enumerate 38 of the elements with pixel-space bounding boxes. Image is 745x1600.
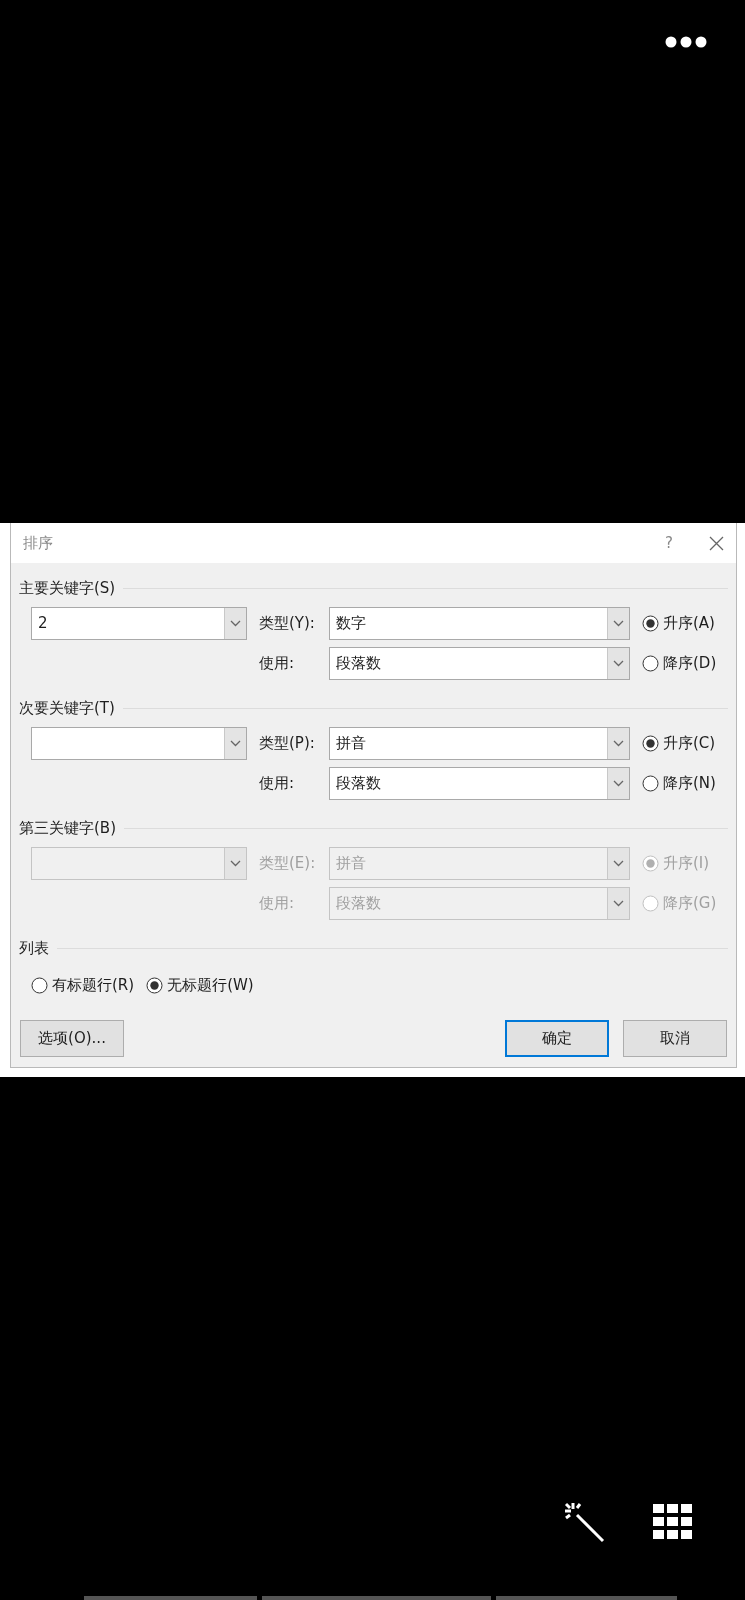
key-dropdown[interactable]: 2: [31, 606, 247, 640]
section-heading: 列表: [19, 937, 49, 959]
key-dropdown[interactable]: [31, 726, 247, 760]
radio-label: 升序(A): [663, 612, 715, 634]
field-label: 使用:: [259, 892, 296, 914]
field-label: 类型(P):: [259, 732, 316, 754]
dialog-button[interactable]: 取消: [623, 1020, 727, 1057]
dialog-title: 排序: [23, 532, 53, 554]
radio-button[interactable]: [642, 654, 659, 672]
field-label: 类型(Y):: [259, 612, 316, 634]
close-icon[interactable]: [709, 535, 724, 551]
radio-label: 升序(C): [663, 732, 716, 754]
type-dropdown[interactable]: 数字: [329, 606, 630, 640]
radio-button[interactable]: [146, 976, 164, 994]
section-heading: 次要关键字(T): [19, 697, 115, 719]
section-heading: 第三关键字(B): [19, 817, 116, 839]
radio-button[interactable]: [642, 734, 659, 752]
dialog-button[interactable]: 选项(O)...: [20, 1020, 124, 1057]
radio-label: 降序(N): [663, 772, 716, 794]
grid-icon[interactable]: [653, 1504, 693, 1540]
section-heading: 主要关键字(S): [19, 577, 116, 599]
radio-label: 无标题行(W): [167, 974, 254, 996]
help-button[interactable]: ?: [665, 531, 673, 555]
field-label: 类型(E):: [259, 852, 317, 874]
use-dropdown[interactable]: 段落数: [329, 646, 630, 680]
radio-button[interactable]: [642, 774, 659, 792]
type-dropdown[interactable]: 拼音: [329, 726, 630, 760]
field-label: 使用:: [259, 772, 296, 794]
radio-button[interactable]: [31, 976, 48, 994]
use-dropdown[interactable]: 段落数: [329, 766, 630, 800]
radio-label: 降序(G): [663, 892, 717, 914]
radio-label: 有标题行(R): [52, 974, 135, 996]
radio-label: 升序(I): [663, 852, 710, 874]
field-label: 使用:: [259, 652, 296, 674]
radio-button[interactable]: [642, 614, 659, 632]
dialog-button[interactable]: 确定: [505, 1020, 609, 1057]
radio-label: 降序(D): [663, 652, 717, 674]
more-icon[interactable]: [665, 36, 707, 48]
